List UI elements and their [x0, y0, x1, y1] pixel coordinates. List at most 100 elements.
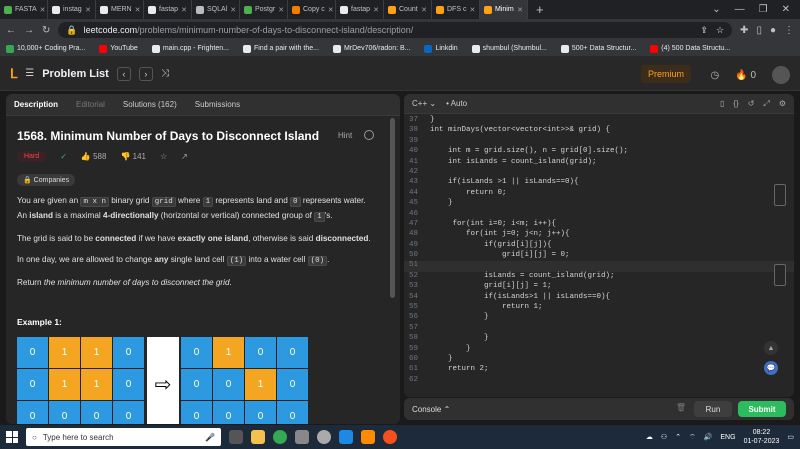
reload-icon[interactable]: ↻: [42, 25, 50, 36]
list-icon[interactable]: ☰: [25, 68, 34, 79]
new-tab-icon[interactable]: +: [528, 2, 552, 17]
next-problem-button[interactable]: ›: [138, 66, 153, 81]
mic-icon[interactable]: 🎤: [205, 433, 215, 442]
bookmark-item[interactable]: 10,000+ Coding Pra...: [6, 44, 85, 53]
close-tab-icon[interactable]: ✕: [40, 6, 46, 14]
side-handle[interactable]: [774, 264, 786, 286]
restore-icon[interactable]: ❐: [759, 4, 768, 15]
clock[interactable]: 08:22 01-07-2023: [744, 428, 780, 446]
companies-tag[interactable]: 🔒 Companies: [17, 174, 76, 186]
menu-icon[interactable]: ⋮: [784, 25, 794, 36]
close-tab-icon[interactable]: ✕: [373, 6, 379, 14]
trash-icon[interactable]: 🗑: [676, 403, 686, 412]
forward-icon[interactable]: →: [24, 25, 34, 36]
close-tab-icon[interactable]: ✕: [517, 6, 523, 14]
chevron-up-icon[interactable]: ⌃: [675, 433, 681, 441]
bookmark-item[interactable]: 500+ Data Structur...: [560, 44, 636, 53]
bookmark-item[interactable]: shumbul (Shumbul...: [471, 44, 547, 53]
browser-tab[interactable]: MERN ✕: [96, 0, 144, 19]
hint-button[interactable]: Hint: [338, 131, 352, 140]
bookmark-icon[interactable]: ▯: [720, 99, 724, 109]
settings-icon[interactable]: ⚙: [779, 99, 786, 109]
side-handle[interactable]: [774, 184, 786, 206]
code-area[interactable]: 37} 38 int minDays(vector<vector<int>>& gr…: [404, 116, 794, 386]
settings-app-icon[interactable]: [295, 430, 309, 444]
favorite-star-icon[interactable]: ☆: [160, 152, 167, 161]
task-view-icon[interactable]: [229, 430, 243, 444]
close-tab-icon[interactable]: ✕: [328, 6, 334, 14]
bookmark-item[interactable]: YouTube: [99, 44, 138, 53]
weather-icon[interactable]: ☁: [646, 433, 653, 441]
notification-icon[interactable]: ▭: [787, 433, 794, 441]
hint-icon[interactable]: [364, 130, 374, 140]
chrome-icon[interactable]: [273, 430, 287, 444]
auto-mode[interactable]: • Auto: [446, 99, 467, 108]
reset-icon[interactable]: ↺: [748, 99, 755, 109]
prev-problem-button[interactable]: ‹: [116, 66, 131, 81]
back-icon[interactable]: ←: [6, 25, 16, 36]
obs-icon[interactable]: [317, 430, 331, 444]
console-toggle[interactable]: Console ⌃: [412, 405, 450, 414]
bookmark-item[interactable]: Linkdin: [424, 44, 458, 53]
file-explorer-icon[interactable]: [251, 430, 265, 444]
browser-tab[interactable]: fastap ✕: [336, 0, 384, 19]
tab-description[interactable]: Description: [14, 100, 58, 109]
browser-tab[interactable]: instag ✕: [48, 0, 96, 19]
close-tab-icon[interactable]: ✕: [278, 6, 284, 14]
bookmark-item[interactable]: main.cpp - Frighten...: [151, 44, 229, 53]
browser-tab[interactable]: SQLAl ✕: [192, 0, 240, 19]
people-icon[interactable]: ⚇: [661, 433, 667, 441]
close-window-icon[interactable]: ✕: [782, 4, 790, 15]
run-button[interactable]: Run: [694, 401, 732, 417]
bookmark-item[interactable]: Find a pair with the...: [242, 44, 319, 53]
submit-button[interactable]: Submit: [738, 401, 786, 417]
close-tab-icon[interactable]: ✕: [85, 6, 91, 14]
share-link-icon[interactable]: ↗: [181, 152, 188, 161]
tab-solutions[interactable]: Solutions (162): [123, 100, 177, 109]
browser-tab[interactable]: DFS c ✕: [432, 0, 480, 19]
shuffle-icon[interactable]: ⤨: [161, 68, 169, 79]
network-icon[interactable]: ⌔: [689, 433, 696, 442]
share-icon[interactable]: ⇪: [700, 25, 708, 36]
browser-tab[interactable]: Postgr ✕: [240, 0, 288, 19]
like-button[interactable]: 👍 588: [81, 152, 107, 161]
browser-tab[interactable]: fastap ✕: [144, 0, 192, 19]
close-tab-icon[interactable]: ✕: [181, 6, 187, 14]
close-tab-icon[interactable]: ✕: [469, 6, 475, 14]
leetcode-logo-icon[interactable]: ᒪ: [10, 66, 17, 82]
volume-icon[interactable]: 🔊: [704, 433, 713, 441]
description-scrollbar[interactable]: [390, 118, 395, 298]
scroll-up-icon[interactable]: ▲: [764, 341, 778, 355]
tab-search-icon[interactable]: ⌄: [712, 4, 720, 15]
profile-icon[interactable]: ●: [770, 25, 776, 36]
browser-tab[interactable]: FASTA ✕: [0, 0, 48, 19]
dislike-button[interactable]: 👎 141: [120, 152, 146, 161]
url-input[interactable]: 🔒 leetcode.com/problems/minimum-number-o…: [58, 22, 733, 38]
sidebar-icon[interactable]: ▯: [756, 25, 762, 36]
fullscreen-icon[interactable]: ⤢: [763, 99, 769, 109]
extensions-icon[interactable]: ✚: [740, 25, 748, 36]
close-tab-icon[interactable]: ✕: [421, 6, 427, 14]
taskbar-search[interactable]: ○ Type here to search 🎤: [26, 428, 221, 446]
close-tab-icon[interactable]: ✕: [135, 6, 141, 14]
language-indicator[interactable]: ENG: [720, 434, 735, 441]
braces-icon[interactable]: {}: [733, 99, 738, 109]
browser-tab[interactable]: Minim ✕: [480, 0, 528, 19]
close-tab-icon[interactable]: ✕: [230, 6, 236, 14]
minimize-icon[interactable]: —: [735, 4, 745, 15]
language-select[interactable]: C++ ⌄: [412, 99, 436, 108]
streak-counter[interactable]: 🔥 0: [735, 70, 756, 81]
chat-icon[interactable]: 💬: [764, 361, 778, 375]
windows-start-icon[interactable]: [6, 431, 18, 443]
vscode-icon[interactable]: [339, 430, 353, 444]
problem-list-link[interactable]: Problem List: [42, 68, 109, 80]
premium-button[interactable]: Premium: [641, 65, 691, 83]
postman-icon[interactable]: [383, 430, 397, 444]
tab-submissions[interactable]: Submissions: [195, 100, 240, 109]
browser-tab[interactable]: Count ✕: [384, 0, 432, 19]
avatar[interactable]: [772, 66, 790, 84]
bookmark-item[interactable]: (4) 500 Data Structu...: [650, 44, 730, 53]
tab-editorial[interactable]: Editorial: [76, 100, 105, 109]
vlc-icon[interactable]: [361, 430, 375, 444]
bookmark-star-icon[interactable]: ☆: [716, 25, 724, 36]
